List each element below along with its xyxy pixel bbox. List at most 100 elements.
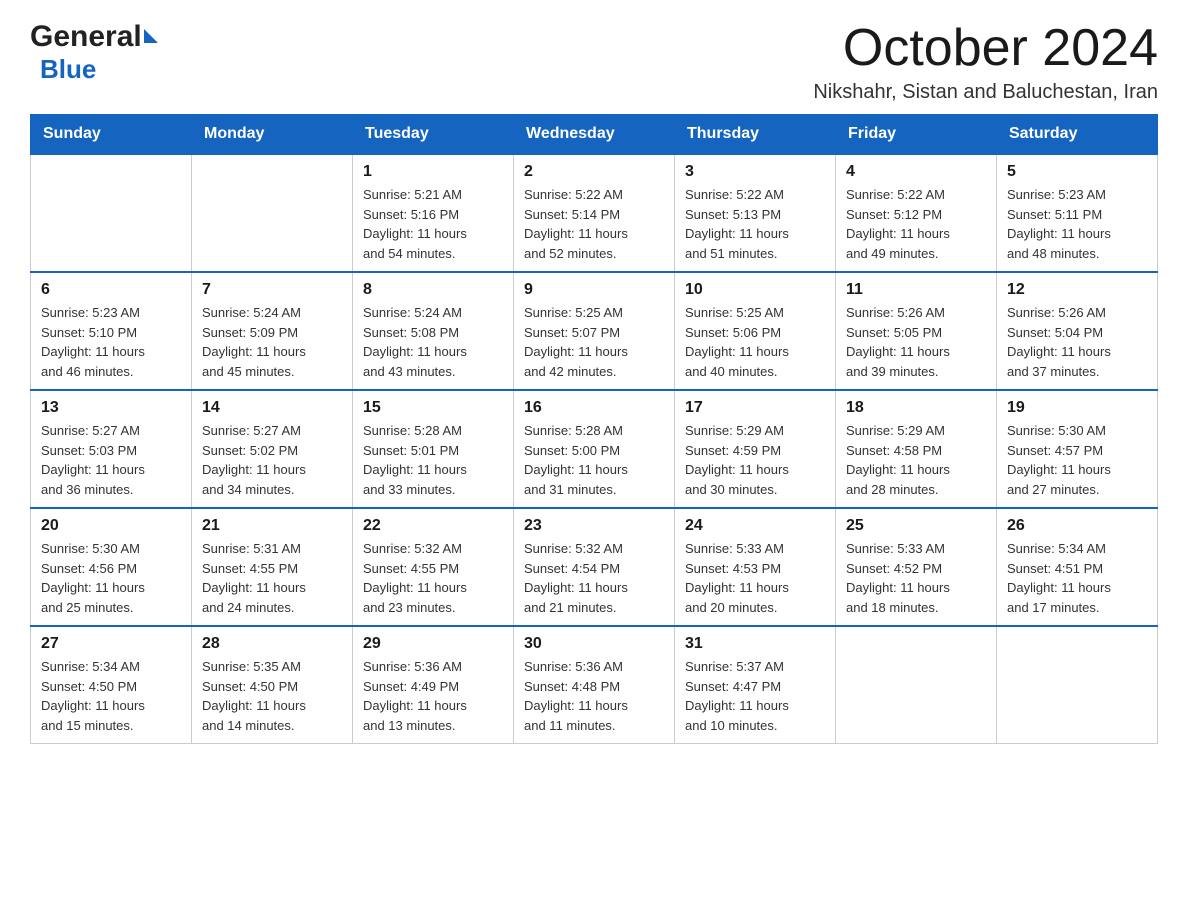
day-info: Sunrise: 5:33 AM Sunset: 4:52 PM Dayligh… [846,539,986,617]
day-number: 2 [524,163,664,181]
day-info: Sunrise: 5:37 AM Sunset: 4:47 PM Dayligh… [685,657,825,735]
day-info: Sunrise: 5:22 AM Sunset: 5:12 PM Dayligh… [846,185,986,263]
calendar-cell: 8 Sunrise: 5:24 AM Sunset: 5:08 PM Daylig… [353,272,514,390]
day-number: 8 [363,281,503,299]
day-info: Sunrise: 5:23 AM Sunset: 5:11 PM Dayligh… [1007,185,1147,263]
day-number: 29 [363,635,503,653]
day-number: 13 [41,399,181,417]
day-info: Sunrise: 5:21 AM Sunset: 5:16 PM Dayligh… [363,185,503,263]
day-number: 7 [202,281,342,299]
day-number: 19 [1007,399,1147,417]
day-number: 11 [846,281,986,299]
calendar-cell: 1 Sunrise: 5:21 AM Sunset: 5:16 PM Daylig… [353,154,514,272]
day-info: Sunrise: 5:22 AM Sunset: 5:13 PM Dayligh… [685,185,825,263]
day-info: Sunrise: 5:36 AM Sunset: 4:48 PM Dayligh… [524,657,664,735]
calendar-cell: 18 Sunrise: 5:29 AM Sunset: 4:58 PM Dayli… [836,390,997,508]
day-number: 22 [363,517,503,535]
day-info: Sunrise: 5:25 AM Sunset: 5:06 PM Dayligh… [685,303,825,381]
calendar-cell: 24 Sunrise: 5:33 AM Sunset: 4:53 PM Dayli… [675,508,836,626]
month-title: October 2024 [813,20,1158,77]
day-info: Sunrise: 5:31 AM Sunset: 4:55 PM Dayligh… [202,539,342,617]
day-info: Sunrise: 5:28 AM Sunset: 5:00 PM Dayligh… [524,421,664,499]
day-info: Sunrise: 5:24 AM Sunset: 5:09 PM Dayligh… [202,303,342,381]
calendar-cell: 12 Sunrise: 5:26 AM Sunset: 5:04 PM Dayli… [997,272,1158,390]
calendar-table: SundayMondayTuesdayWednesdayThursdayFrid… [30,114,1158,744]
calendar-header-row: SundayMondayTuesdayWednesdayThursdayFrid… [31,115,1158,155]
day-info: Sunrise: 5:30 AM Sunset: 4:57 PM Dayligh… [1007,421,1147,499]
calendar-cell: 28 Sunrise: 5:35 AM Sunset: 4:50 PM Dayli… [192,626,353,744]
day-info: Sunrise: 5:26 AM Sunset: 5:05 PM Dayligh… [846,303,986,381]
day-info: Sunrise: 5:27 AM Sunset: 5:02 PM Dayligh… [202,421,342,499]
weekday-header-tuesday: Tuesday [353,115,514,155]
day-info: Sunrise: 5:30 AM Sunset: 4:56 PM Dayligh… [41,539,181,617]
day-number: 1 [363,163,503,181]
calendar-cell: 27 Sunrise: 5:34 AM Sunset: 4:50 PM Dayli… [31,626,192,744]
day-number: 6 [41,281,181,299]
logo-blue-text: Blue [40,54,96,84]
page-header: General Blue October 2024 Nikshahr, Sist… [30,20,1158,104]
day-info: Sunrise: 5:32 AM Sunset: 4:55 PM Dayligh… [363,539,503,617]
calendar-cell: 10 Sunrise: 5:25 AM Sunset: 5:06 PM Dayli… [675,272,836,390]
calendar-week-row: 13Sunrise: 5:27 AM Sunset: 5:03 PM Dayli… [31,390,1158,508]
title-section: October 2024 Nikshahr, Sistan and Baluch… [813,20,1158,104]
day-number: 31 [685,635,825,653]
calendar-cell: 23Sunrise: 5:32 AM Sunset: 4:54 PM Dayli… [514,508,675,626]
calendar-cell: 14 Sunrise: 5:27 AM Sunset: 5:02 PM Dayli… [192,390,353,508]
logo: General Blue [30,20,158,85]
calendar-cell [997,626,1158,744]
day-number: 4 [846,163,986,181]
day-info: Sunrise: 5:35 AM Sunset: 4:50 PM Dayligh… [202,657,342,735]
calendar-cell: 30Sunrise: 5:36 AM Sunset: 4:48 PM Dayli… [514,626,675,744]
day-number: 25 [846,517,986,535]
calendar-cell: 22 Sunrise: 5:32 AM Sunset: 4:55 PM Dayli… [353,508,514,626]
day-number: 10 [685,281,825,299]
weekday-header-monday: Monday [192,115,353,155]
calendar-cell: 3Sunrise: 5:22 AM Sunset: 5:13 PM Daylig… [675,154,836,272]
location-title: Nikshahr, Sistan and Baluchestan, Iran [813,81,1158,104]
calendar-cell: 15 Sunrise: 5:28 AM Sunset: 5:01 PM Dayli… [353,390,514,508]
day-info: Sunrise: 5:29 AM Sunset: 4:58 PM Dayligh… [846,421,986,499]
calendar-cell: 4 Sunrise: 5:22 AM Sunset: 5:12 PM Daylig… [836,154,997,272]
day-info: Sunrise: 5:28 AM Sunset: 5:01 PM Dayligh… [363,421,503,499]
calendar-cell: 21 Sunrise: 5:31 AM Sunset: 4:55 PM Dayli… [192,508,353,626]
day-info: Sunrise: 5:22 AM Sunset: 5:14 PM Dayligh… [524,185,664,263]
calendar-cell: 6 Sunrise: 5:23 AM Sunset: 5:10 PM Daylig… [31,272,192,390]
day-number: 23 [524,517,664,535]
day-number: 20 [41,517,181,535]
day-number: 24 [685,517,825,535]
day-info: Sunrise: 5:34 AM Sunset: 4:50 PM Dayligh… [41,657,181,735]
calendar-week-row: 6 Sunrise: 5:23 AM Sunset: 5:10 PM Daylig… [31,272,1158,390]
day-number: 14 [202,399,342,417]
day-info: Sunrise: 5:23 AM Sunset: 5:10 PM Dayligh… [41,303,181,381]
day-number: 9 [524,281,664,299]
calendar-cell: 17 Sunrise: 5:29 AM Sunset: 4:59 PM Dayli… [675,390,836,508]
calendar-week-row: 20 Sunrise: 5:30 AM Sunset: 4:56 PM Dayli… [31,508,1158,626]
calendar-cell: 19 Sunrise: 5:30 AM Sunset: 4:57 PM Dayli… [997,390,1158,508]
calendar-cell: 11 Sunrise: 5:26 AM Sunset: 5:05 PM Dayli… [836,272,997,390]
calendar-cell: 13Sunrise: 5:27 AM Sunset: 5:03 PM Dayli… [31,390,192,508]
calendar-week-row: 27 Sunrise: 5:34 AM Sunset: 4:50 PM Dayli… [31,626,1158,744]
calendar-cell [192,154,353,272]
calendar-cell: 31 Sunrise: 5:37 AM Sunset: 4:47 PM Dayli… [675,626,836,744]
weekday-header-wednesday: Wednesday [514,115,675,155]
weekday-header-friday: Friday [836,115,997,155]
day-number: 12 [1007,281,1147,299]
calendar-cell: 5Sunrise: 5:23 AM Sunset: 5:11 PM Daylig… [997,154,1158,272]
day-number: 18 [846,399,986,417]
calendar-week-row: 1 Sunrise: 5:21 AM Sunset: 5:16 PM Daylig… [31,154,1158,272]
day-info: Sunrise: 5:33 AM Sunset: 4:53 PM Dayligh… [685,539,825,617]
day-number: 27 [41,635,181,653]
day-number: 28 [202,635,342,653]
day-number: 21 [202,517,342,535]
calendar-cell: 20 Sunrise: 5:30 AM Sunset: 4:56 PM Dayli… [31,508,192,626]
weekday-header-thursday: Thursday [675,115,836,155]
day-number: 17 [685,399,825,417]
calendar-cell: 7 Sunrise: 5:24 AM Sunset: 5:09 PM Daylig… [192,272,353,390]
day-info: Sunrise: 5:24 AM Sunset: 5:08 PM Dayligh… [363,303,503,381]
calendar-cell: 26Sunrise: 5:34 AM Sunset: 4:51 PM Dayli… [997,508,1158,626]
day-info: Sunrise: 5:26 AM Sunset: 5:04 PM Dayligh… [1007,303,1147,381]
day-info: Sunrise: 5:34 AM Sunset: 4:51 PM Dayligh… [1007,539,1147,617]
weekday-header-saturday: Saturday [997,115,1158,155]
day-info: Sunrise: 5:29 AM Sunset: 4:59 PM Dayligh… [685,421,825,499]
day-number: 15 [363,399,503,417]
